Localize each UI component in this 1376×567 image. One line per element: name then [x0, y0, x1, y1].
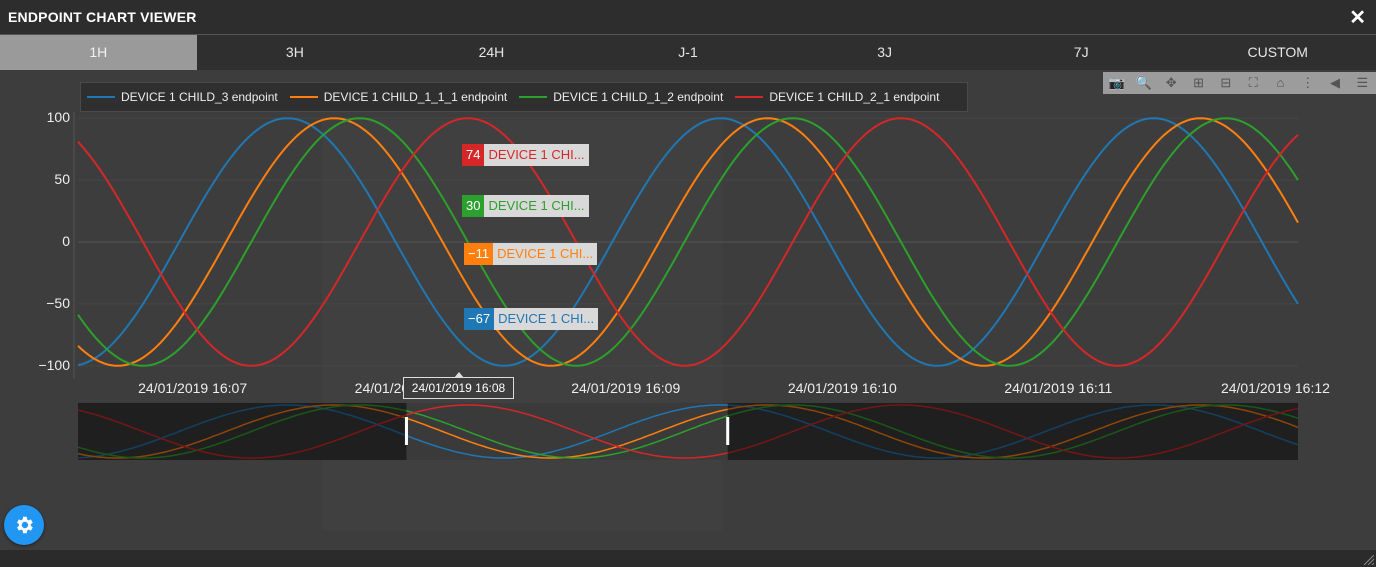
x-tick-label: 24/01/2019 16:10: [787, 380, 897, 396]
resize-handle-icon[interactable]: [1364, 555, 1374, 565]
tip-label: DEVICE 1 CHI...: [484, 195, 589, 217]
y-tick-label: −50: [46, 294, 70, 311]
x-tick-label: 24/01/2019 16:12: [1220, 380, 1330, 396]
legend-item-child-3[interactable]: DEVICE 1 CHILD_3 endpoint: [87, 90, 278, 104]
pan-icon[interactable]: ✥: [1160, 72, 1182, 94]
zoom-icon[interactable]: 🔍: [1133, 72, 1155, 94]
gear-icon: [17, 516, 33, 534]
status-bar: [0, 550, 1376, 567]
y-tick-label: 100: [46, 109, 70, 126]
range-slider-handle-left[interactable]: [404, 417, 408, 445]
hover-tip-orange: −11 DEVICE 1 CHI...: [464, 243, 598, 265]
tip-value: 30: [462, 195, 485, 217]
tip-value: 74: [462, 144, 485, 166]
range-slider-handle-right[interactable]: [726, 417, 730, 445]
time-range-tabs: 1H 3H 24H J-1 3J 7J CUSTOM: [0, 35, 1376, 70]
tip-value: −11: [464, 243, 494, 265]
tip-label: DEVICE 1 CHI...: [494, 308, 599, 330]
x-tick-label: 24/01/2019 16:07: [138, 380, 248, 396]
tip-label: DEVICE 1 CHI...: [493, 243, 598, 265]
y-tick-label: 50: [54, 171, 70, 188]
tab-j-1[interactable]: J-1: [590, 35, 787, 70]
legend-item-child-1-2[interactable]: DEVICE 1 CHILD_1_2 endpoint: [519, 90, 723, 104]
y-tick-label: −100: [38, 356, 70, 373]
range-slider-mask-right: [727, 403, 1298, 460]
legend-label: DEVICE 1 CHILD_2_1 endpoint: [769, 90, 940, 104]
home-icon[interactable]: ⌂: [1269, 72, 1291, 94]
x-tick-label: 24/01/2019 16:11: [1004, 380, 1113, 396]
hover-x-label: 24/01/2019 16:08: [403, 372, 514, 399]
tip-label: DEVICE 1 CHI...: [484, 144, 589, 166]
tab-24h[interactable]: 24H: [393, 35, 590, 70]
title-bar: ENDPOINT CHART VIEWER ✕: [0, 0, 1376, 35]
legend-item-child-2-1[interactable]: DEVICE 1 CHILD_2_1 endpoint: [735, 90, 939, 104]
hover-closest-icon[interactable]: ◀: [1324, 72, 1346, 94]
legend-swatch: [87, 96, 115, 98]
tip-value: −67: [464, 308, 495, 330]
chart-legend: DEVICE 1 CHILD_3 endpoint DEVICE 1 CHILD…: [80, 82, 968, 112]
zoom-out-icon[interactable]: ⊟: [1215, 72, 1237, 94]
legend-label: DEVICE 1 CHILD_3 endpoint: [121, 90, 278, 104]
settings-button[interactable]: [4, 505, 44, 545]
camera-icon[interactable]: 📷: [1106, 72, 1128, 94]
legend-item-child-1-1-1[interactable]: DEVICE 1 CHILD_1_1_1 endpoint: [289, 90, 508, 104]
legend-swatch: [735, 96, 764, 98]
range-slider-mask-left: [78, 403, 407, 460]
hover-tip-blue: −67 DEVICE 1 CHI...: [464, 308, 599, 330]
tab-7j[interactable]: 7J: [983, 35, 1180, 70]
spike-lines-icon[interactable]: ⋮: [1297, 72, 1319, 94]
tab-1h[interactable]: 1H: [0, 35, 197, 70]
zoom-in-icon[interactable]: ⊞: [1188, 72, 1210, 94]
legend-swatch: [519, 96, 548, 98]
chart-svg[interactable]: [0, 70, 1376, 550]
legend-label: DEVICE 1 CHILD_1_2 endpoint: [553, 90, 724, 104]
tab-3h[interactable]: 3H: [197, 35, 394, 70]
hover-tip-green: 30 DEVICE 1 CHI...: [462, 195, 589, 217]
window-title: ENDPOINT CHART VIEWER: [8, 9, 197, 25]
tab-custom[interactable]: CUSTOM: [1179, 35, 1376, 70]
close-icon[interactable]: ✕: [1349, 5, 1366, 30]
autoscale-icon[interactable]: ⛶: [1242, 72, 1264, 94]
chart-modebar: 📷 🔍 ✥ ⊞ ⊟ ⛶ ⌂ ⋮ ◀ ☰: [1103, 72, 1376, 94]
x-tick-label: 24/01/2019 16:09: [571, 380, 681, 396]
legend-swatch: [289, 96, 318, 98]
y-tick-label: 0: [62, 233, 70, 249]
tab-3j[interactable]: 3J: [786, 35, 983, 70]
hover-compare-icon[interactable]: ☰: [1351, 72, 1373, 94]
chart-area: [0, 70, 1376, 550]
legend-label: DEVICE 1 CHILD_1_1_1 endpoint: [323, 90, 508, 104]
hover-tip-red: 74 DEVICE 1 CHI...: [462, 144, 589, 166]
